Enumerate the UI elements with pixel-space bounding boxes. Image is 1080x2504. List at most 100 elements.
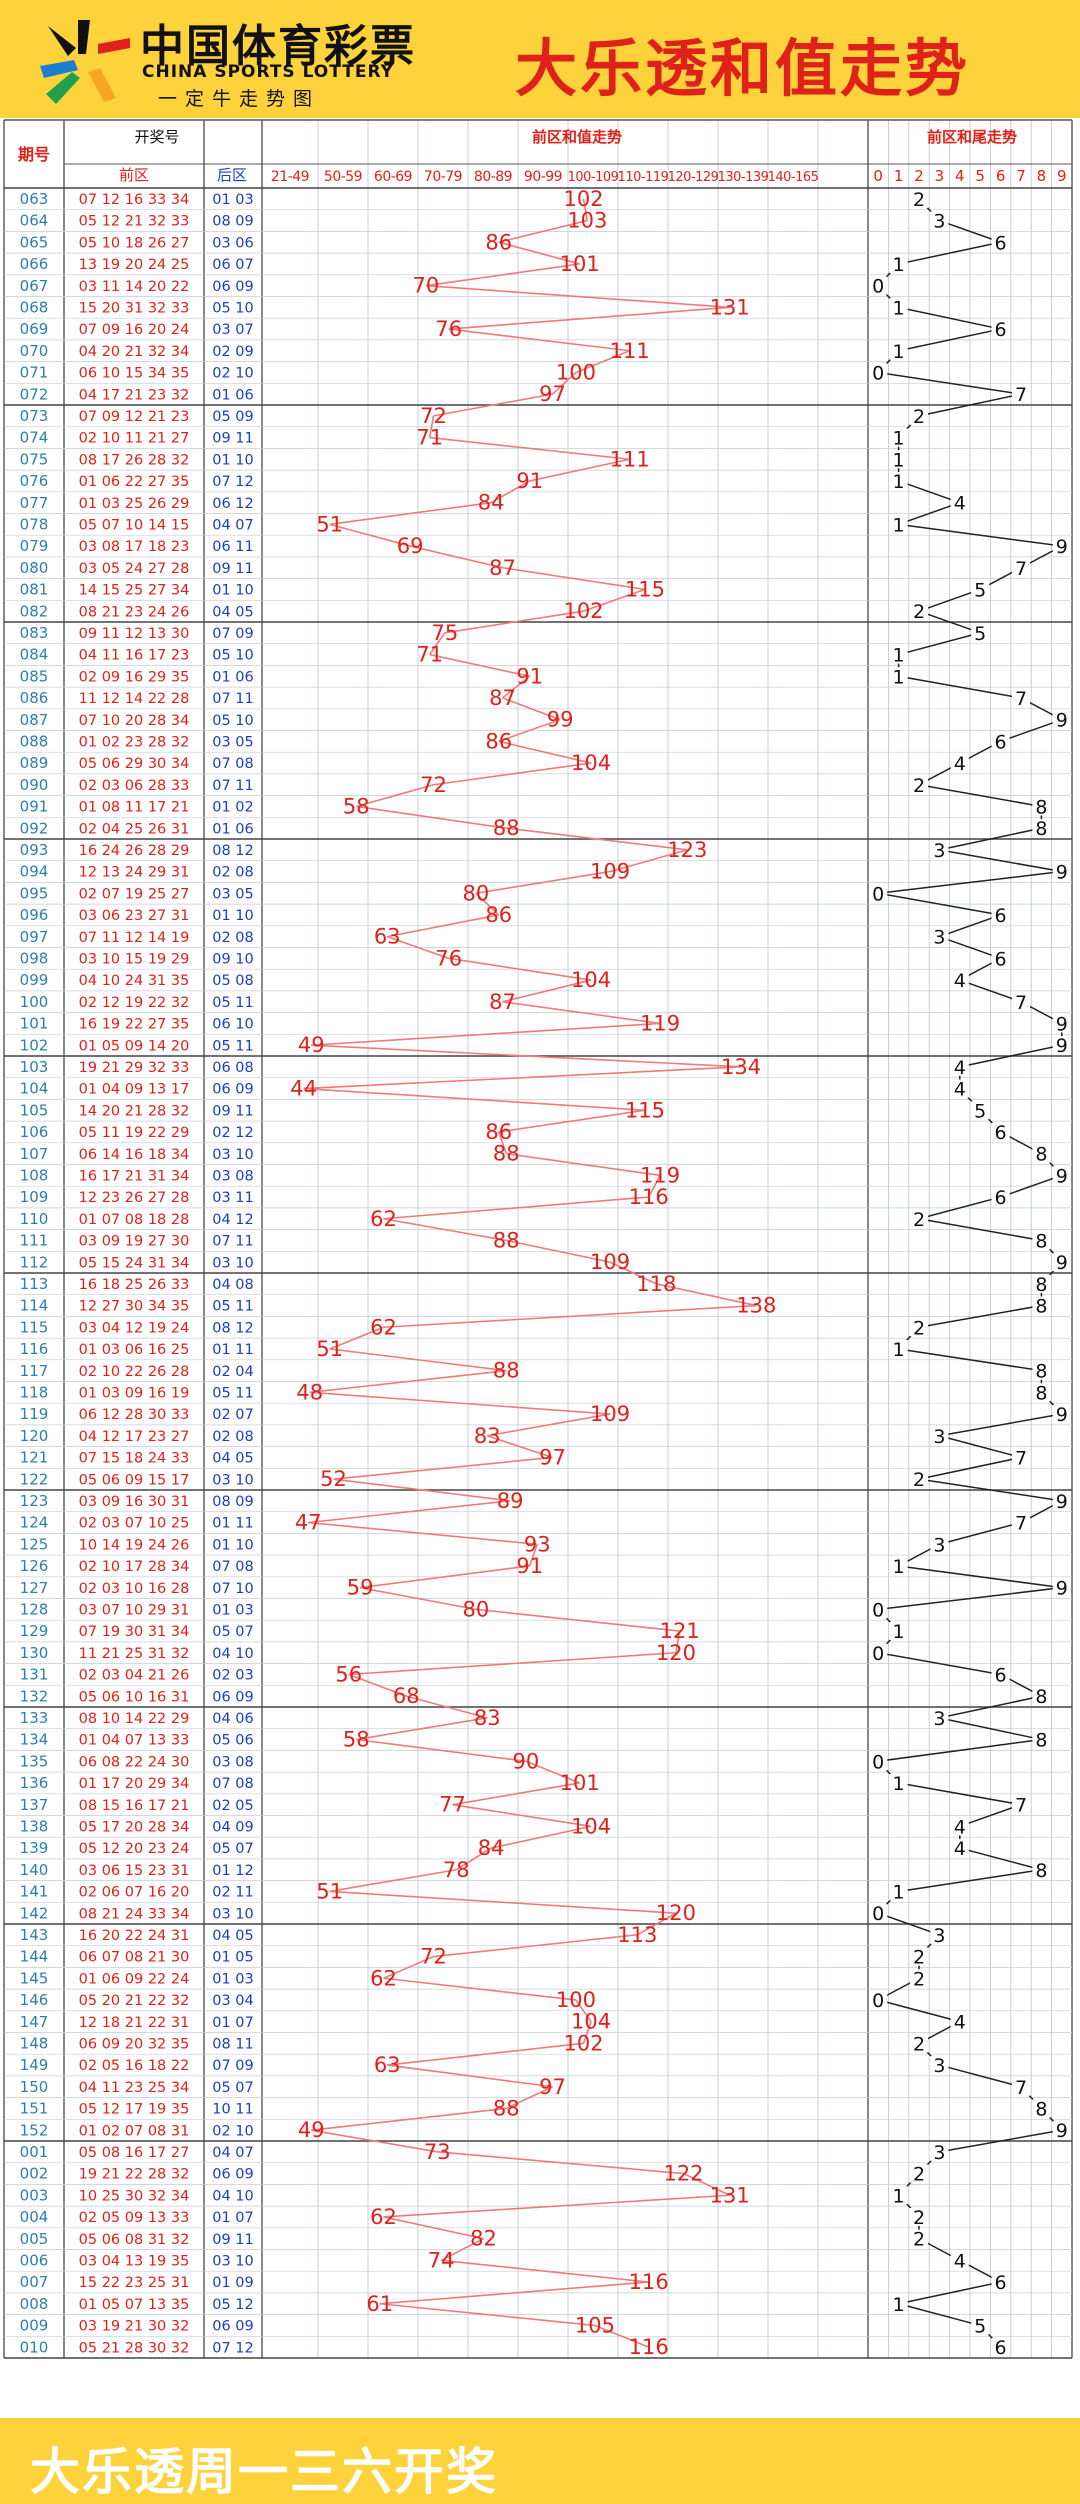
tail-value-label: 0 — [872, 1751, 884, 1773]
sum-value-label: 120 — [656, 1641, 696, 1665]
back-zone-numbers: 03 06 — [212, 235, 254, 251]
back-zone-numbers: 05 07 — [212, 2080, 254, 2096]
back-zone-numbers: 10 11 — [212, 2102, 254, 2118]
back-zone-numbers: 07 11 — [212, 691, 254, 707]
back-zone-numbers: 01 09 — [212, 2275, 254, 2291]
period-number: 112 — [20, 1253, 49, 1271]
back-zone-numbers: 01 06 — [212, 821, 254, 837]
period-number: 135 — [20, 1752, 49, 1770]
back-zone-numbers: 02 11 — [212, 1885, 254, 1901]
period-number: 082 — [20, 602, 49, 620]
period-number: 124 — [20, 1514, 49, 1532]
back-zone-numbers: 03 10 — [212, 1472, 254, 1488]
back-zone-numbers: 05 10 — [212, 301, 254, 317]
sum-value-label: 68 — [393, 1684, 420, 1708]
period-number: 067 — [20, 277, 49, 295]
sum-value-label: 49 — [298, 2118, 325, 2142]
back-zone-numbers: 04 05 — [212, 1451, 254, 1467]
sum-value-label: 49 — [298, 1033, 325, 1057]
sum-value-label: 97 — [539, 2075, 566, 2099]
front-zone-numbers: 13 19 20 24 25 — [79, 257, 190, 273]
sum-value-label: 69 — [397, 534, 424, 558]
period-number: 005 — [20, 2230, 49, 2248]
back-zone-numbers: 05 11 — [212, 1299, 254, 1315]
tail-value-label: 2 — [913, 2229, 925, 2251]
back-zone-numbers: 01 06 — [212, 669, 254, 685]
tail-value-label: 0 — [872, 1903, 884, 1925]
back-zone-numbers: 09 10 — [212, 952, 254, 968]
tail-value-label: 1 — [893, 297, 905, 319]
period-number: 086 — [20, 689, 49, 707]
back-zone-numbers: 04 07 — [212, 518, 254, 534]
front-zone-numbers: 08 21 24 33 34 — [79, 1906, 190, 1922]
front-zone-numbers: 09 11 12 13 30 — [79, 626, 190, 642]
back-zone-numbers: 06 09 — [212, 2167, 254, 2183]
period-number: 001 — [20, 2143, 49, 2161]
draw-header: 开奖号 — [134, 128, 179, 146]
sum-value-label: 86 — [485, 230, 512, 254]
sum-value-label: 61 — [366, 2292, 393, 2316]
period-number: 109 — [20, 1188, 49, 1206]
sum-value-label: 99 — [547, 708, 574, 732]
back-zone-numbers: 05 06 — [212, 1733, 254, 1749]
tail-value-label: 2 — [913, 2033, 925, 2055]
brand-name-english: CHINA SPORTS LOTTERY — [142, 62, 394, 82]
front-zone-numbers: 01 08 11 17 21 — [79, 800, 190, 816]
tail-value-label: 4 — [954, 2012, 966, 2034]
front-zone-numbers: 07 15 18 24 33 — [79, 1451, 190, 1467]
back-zone-numbers: 06 09 — [212, 1082, 254, 1098]
back-zone-numbers: 04 06 — [212, 1711, 254, 1727]
period-number: 102 — [20, 1036, 49, 1054]
tail-value-label: 1 — [893, 2185, 905, 2207]
tail-value-label: 6 — [995, 731, 1007, 753]
back-zone-numbers: 05 08 — [212, 973, 254, 989]
back-zone-numbers: 03 10 — [212, 2254, 254, 2270]
tail-value-label: 1 — [893, 1773, 905, 1795]
sum-value-label: 134 — [721, 1055, 761, 1079]
back-zone-numbers: 01 07 — [212, 2015, 254, 2031]
sum-value-label: 87 — [489, 990, 516, 1014]
period-number: 093 — [20, 841, 49, 859]
tail-value-label: 1 — [893, 428, 905, 450]
front-zone-numbers: 07 12 16 33 34 — [79, 192, 190, 208]
front-zone-numbers: 05 12 17 19 35 — [79, 2102, 190, 2118]
tail-value-label: 8 — [1035, 1274, 1047, 1296]
period-number: 117 — [20, 1362, 49, 1380]
tail-value-label: 7 — [1015, 1795, 1027, 1817]
front-zone-numbers: 01 05 07 13 35 — [79, 2297, 190, 2313]
tail-value-label: 8 — [1035, 1686, 1047, 1708]
tail-value-label: 1 — [893, 666, 905, 688]
period-number: 121 — [20, 1449, 49, 1467]
front-zone-numbers: 05 08 16 17 27 — [79, 2145, 190, 2161]
front-zone-numbers: 08 15 16 17 21 — [79, 1798, 190, 1814]
back-zone-numbers: 04 10 — [212, 2188, 254, 2204]
period-number: 081 — [20, 581, 49, 599]
sum-value-label: 101 — [560, 252, 600, 276]
period-number: 101 — [20, 1015, 49, 1033]
period-number: 132 — [20, 1687, 49, 1705]
trend-table-panel: 期号 开奖号 前区 后区 前区和值走势 前区和尾走势 21-49 50-59 60-… — [0, 118, 1080, 2418]
period-number: 065 — [20, 233, 49, 251]
period-number: 010 — [20, 2338, 49, 2356]
front-zone-numbers: 06 14 16 18 34 — [79, 1147, 190, 1163]
front-zone-numbers: 03 06 23 27 31 — [79, 908, 190, 924]
sum-value-label: 102 — [563, 2031, 603, 2055]
tail-value-label: 5 — [974, 1100, 986, 1122]
tail-value-label: 2 — [913, 775, 925, 797]
front-zone-numbers: 08 10 14 22 29 — [79, 1711, 190, 1727]
back-zone-numbers: 08 11 — [212, 2037, 254, 2053]
back-zone-numbers: 07 11 — [212, 1234, 254, 1250]
front-zone-numbers: 02 03 10 16 28 — [79, 1581, 190, 1597]
sum-value-label: 78 — [443, 1858, 470, 1882]
period-number: 151 — [20, 2100, 49, 2118]
sum-value-label: 100 — [556, 1988, 596, 2012]
tail-value-label: 4 — [954, 2250, 966, 2272]
sum-value-label: 120 — [656, 1901, 696, 1925]
period-number: 087 — [20, 711, 49, 729]
lottery-logo-icon — [40, 20, 130, 104]
sum-value-label: 84 — [478, 1836, 505, 1860]
sum-range-tick-label: 50-59 — [324, 169, 362, 185]
period-number: 009 — [20, 2317, 49, 2335]
tail-value-label: 5 — [974, 579, 986, 601]
trend-table: 期号 开奖号 前区 后区 前区和值走势 前区和尾走势 21-49 50-59 60-… — [3, 119, 1073, 2359]
